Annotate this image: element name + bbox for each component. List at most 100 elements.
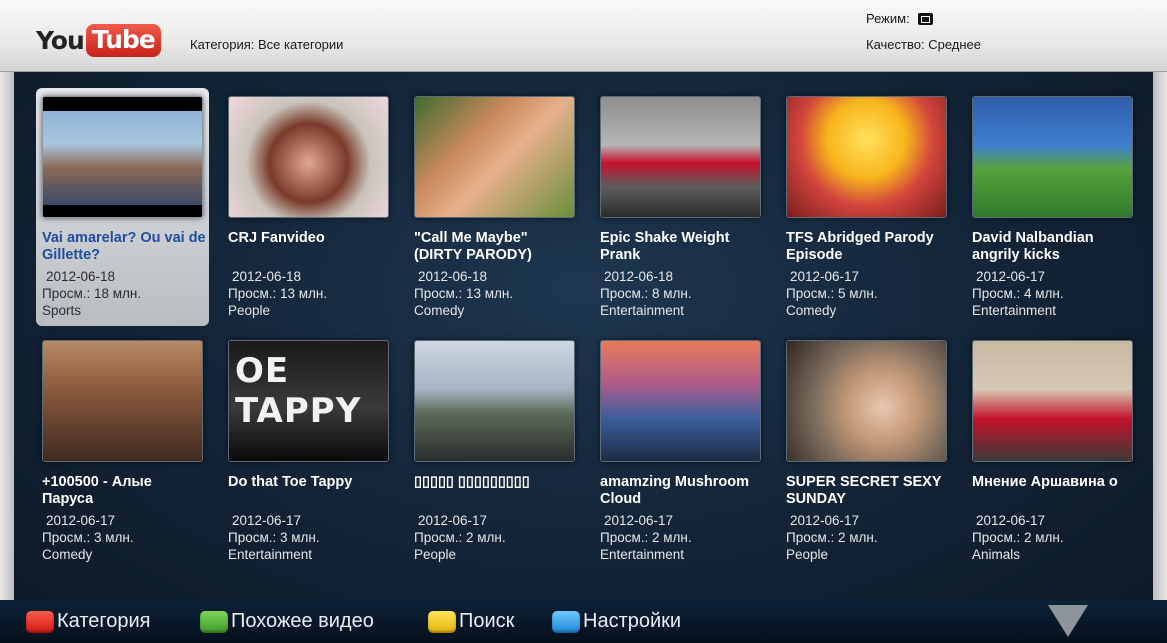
video-category: Entertainment — [228, 547, 313, 562]
video-views: Просм.: 2 млн. — [972, 530, 1064, 545]
video-thumbnail[interactable] — [972, 96, 1133, 218]
video-category: Entertainment — [972, 303, 1057, 318]
video-tile[interactable]: Epic Shake Weight Prank 2012-06-18 Просм.:… — [594, 88, 767, 326]
search-button-label: Поиск — [459, 610, 515, 632]
video-meta: 2012-06-17 Просм.: 4 млн. Entertainment — [972, 268, 1137, 319]
thumbnail-overlay-text: OE TAPPY — [235, 351, 362, 431]
video-category: People — [228, 303, 271, 318]
video-date: 2012-06-17 — [976, 513, 1046, 528]
video-date: 2012-06-18 — [418, 269, 488, 284]
video-tile[interactable]: ▯▯▯▯▯ ▯▯▯▯▯▯▯▯▯ 2012-06-17 Просм.: 2 млн. P… — [408, 332, 581, 570]
video-thumbnail[interactable] — [786, 96, 947, 218]
video-views: Просм.: 5 млн. — [786, 286, 878, 301]
video-tile[interactable]: amamzing Mushroom Cloud 2012-06-17 Просм.:… — [594, 332, 767, 570]
video-category: Animals — [972, 547, 1021, 562]
video-thumbnail[interactable] — [600, 96, 761, 218]
video-date: 2012-06-18 — [604, 269, 674, 284]
video-title: +100500 - Алые Паруса — [42, 474, 152, 507]
video-title: Мнение Аршавина о — [972, 474, 1118, 490]
video-tile[interactable]: SUPER SECRET SEXY SUNDAY 2012-06-17 Просм.… — [780, 332, 953, 570]
down-arrow-icon[interactable] — [1048, 605, 1088, 637]
thumbnail-image — [601, 97, 760, 217]
video-thumbnail[interactable] — [972, 340, 1133, 462]
video-views: Просм.: 13 млн. — [228, 286, 328, 301]
footer-bar: Категория Похожее видео Поиск Настройки — [0, 600, 1167, 643]
video-category: Sports — [42, 303, 82, 318]
video-views: Просм.: 3 млн. — [228, 530, 320, 545]
video-date: 2012-06-17 — [790, 513, 860, 528]
video-tile[interactable]: David Nalbandian angrily kicks 2012-06-17… — [966, 88, 1139, 326]
green-key-icon — [200, 610, 228, 633]
red-key-icon — [26, 610, 54, 633]
video-title: CRJ Fanvideo — [228, 230, 325, 246]
video-title: amamzing Mushroom Cloud — [600, 474, 750, 507]
thumbnail-image — [787, 341, 946, 461]
video-title: Epic Shake Weight Prank — [600, 230, 730, 263]
video-meta: 2012-06-18 Просм.: 18 млн. Sports — [42, 268, 207, 319]
video-date: 2012-06-17 — [604, 513, 674, 528]
thumbnail-image — [43, 111, 202, 205]
video-meta: 2012-06-17 Просм.: 3 млн. Comedy — [42, 512, 207, 563]
settings-button-label: Настройки — [583, 610, 682, 632]
video-tile[interactable]: "Call Me Maybe" (DIRTY PARODY) 2012-06-18… — [408, 88, 581, 326]
video-grid: Vai amarelar? Ou vai de Gillette? 2012-06… — [0, 0, 1167, 600]
video-tile[interactable]: Vai amarelar? Ou vai de Gillette? 2012-06… — [36, 88, 209, 326]
video-meta: 2012-06-18 Просм.: 13 млн. People — [228, 268, 393, 319]
video-meta: 2012-06-18 Просм.: 8 млн. Entertainment — [600, 268, 765, 319]
video-meta: 2012-06-17 Просм.: 2 млн. People — [414, 512, 579, 563]
video-thumbnail[interactable] — [42, 96, 203, 218]
thumbnail-image — [787, 97, 946, 217]
video-views: Просм.: 3 млн. — [42, 530, 134, 545]
video-date: 2012-06-18 — [46, 269, 116, 284]
video-thumbnail[interactable] — [42, 340, 203, 462]
video-title: SUPER SECRET SEXY SUNDAY — [786, 474, 942, 507]
video-date: 2012-06-17 — [232, 513, 302, 528]
video-title: Do that Toe Tappy — [228, 474, 353, 490]
video-category: People — [414, 547, 457, 562]
video-views: Просм.: 2 млн. — [786, 530, 878, 545]
video-category: People — [786, 547, 829, 562]
video-thumbnail[interactable] — [228, 96, 389, 218]
video-category: Comedy — [786, 303, 837, 318]
video-title: TFS Abridged Parody Episode — [786, 230, 934, 263]
search-button[interactable]: Поиск — [428, 610, 514, 633]
category-button[interactable]: Категория — [26, 610, 151, 633]
video-views: Просм.: 2 млн. — [600, 530, 692, 545]
video-date: 2012-06-17 — [46, 513, 116, 528]
blue-key-icon — [552, 610, 580, 633]
settings-button[interactable]: Настройки — [552, 610, 681, 633]
video-title: Vai amarelar? Ou vai de Gillette? — [42, 230, 206, 263]
video-meta: 2012-06-17 Просм.: 3 млн. Entertainment — [228, 512, 393, 563]
related-video-button-label: Похожее видео — [231, 610, 374, 632]
video-title: David Nalbandian angrily kicks — [972, 230, 1094, 263]
video-thumbnail[interactable] — [414, 96, 575, 218]
video-views: Просм.: 4 млн. — [972, 286, 1064, 301]
video-thumbnail[interactable] — [786, 340, 947, 462]
video-date: 2012-06-17 — [418, 513, 488, 528]
thumbnail-image — [973, 341, 1132, 461]
video-tile[interactable]: Мнение Аршавина о 2012-06-17 Просм.: 2 млн… — [966, 332, 1139, 570]
video-thumbnail[interactable] — [600, 340, 761, 462]
video-title: ▯▯▯▯▯ ▯▯▯▯▯▯▯▯▯ — [414, 474, 530, 490]
thumbnail-image — [601, 341, 760, 461]
video-views: Просм.: 13 млн. — [414, 286, 514, 301]
video-category: Comedy — [42, 547, 93, 562]
video-thumbnail[interactable] — [414, 340, 575, 462]
video-meta: 2012-06-17 Просм.: 2 млн. Animals — [972, 512, 1137, 563]
video-views: Просм.: 18 млн. — [42, 286, 142, 301]
video-tile[interactable]: OE TAPPY Do that Toe Tappy 2012-06-17 Просм… — [222, 332, 395, 570]
video-views: Просм.: 8 млн. — [600, 286, 692, 301]
video-meta: 2012-06-17 Просм.: 2 млн. People — [786, 512, 951, 563]
video-tile[interactable]: +100500 - Алые Паруса 2012-06-17 Просм.: 3… — [36, 332, 209, 570]
thumbnail-image — [415, 97, 574, 217]
video-category: Comedy — [414, 303, 465, 318]
video-tile[interactable]: CRJ Fanvideo 2012-06-18 Просм.: 13 млн. Peo… — [222, 88, 395, 326]
video-thumbnail[interactable]: OE TAPPY — [228, 340, 389, 462]
video-meta: 2012-06-17 Просм.: 5 млн. Comedy — [786, 268, 951, 319]
related-video-button[interactable]: Похожее видео — [200, 610, 374, 633]
video-date: 2012-06-17 — [976, 269, 1046, 284]
video-tile[interactable]: TFS Abridged Parody Episode 2012-06-17 Про… — [780, 88, 953, 326]
video-title: "Call Me Maybe" (DIRTY PARODY) — [414, 230, 532, 263]
video-views: Просм.: 2 млн. — [414, 530, 506, 545]
thumbnail-image — [973, 97, 1132, 217]
